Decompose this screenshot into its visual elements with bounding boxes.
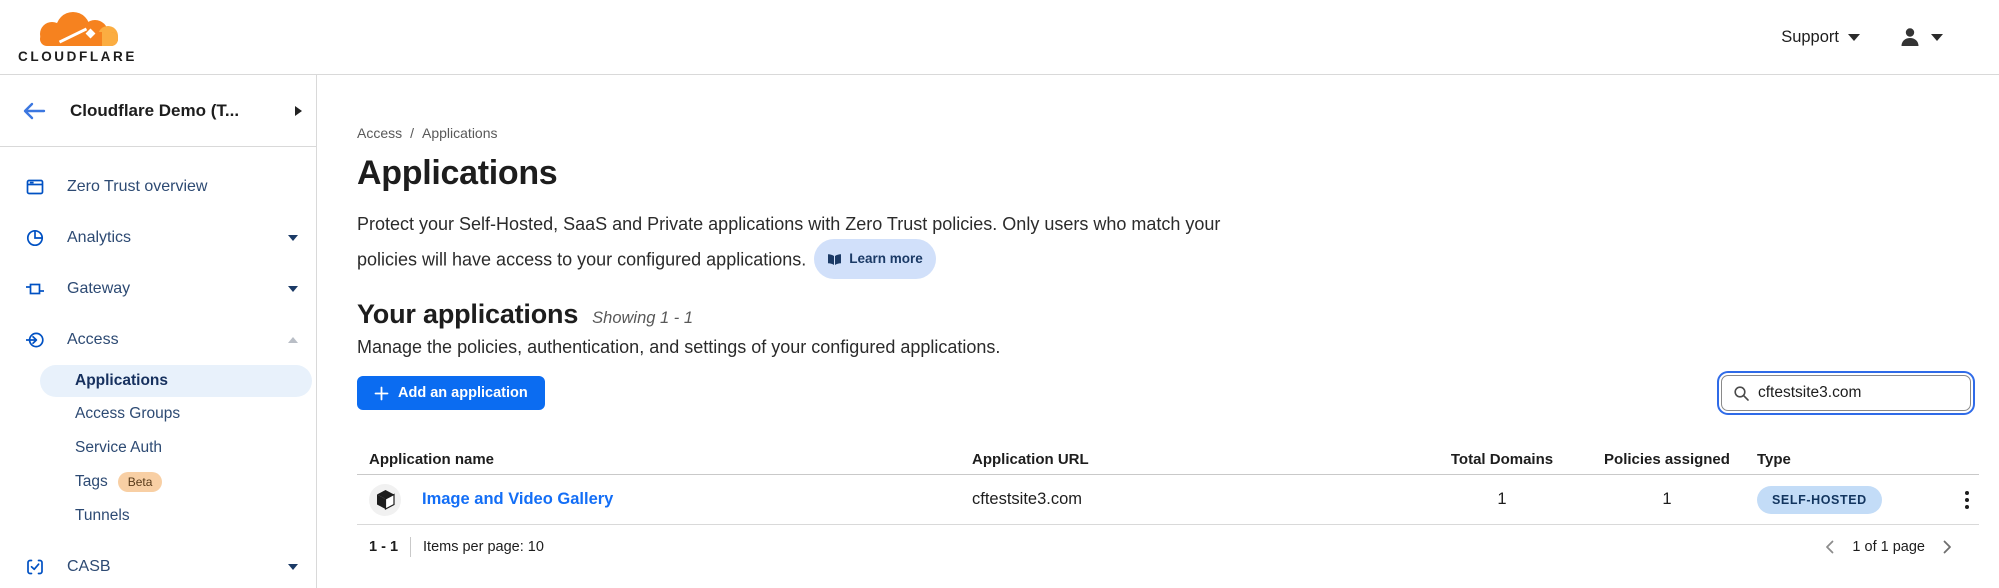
user-icon (1898, 25, 1922, 49)
column-type: Type (1757, 451, 1919, 468)
sidebar-account-header: Cloudflare Demo (T... (0, 75, 316, 147)
chevron-right-icon (1939, 539, 1955, 555)
pie-chart-icon (25, 228, 45, 248)
search-box (1721, 375, 1971, 411)
expand-triangle-icon[interactable] (295, 106, 302, 116)
sidebar-item-service-auth[interactable]: Service Auth (0, 431, 316, 465)
sidebar: Cloudflare Demo (T... Zero Trust overvie… (0, 75, 317, 588)
sidebar-item-tags[interactable]: Tags Beta (0, 465, 316, 499)
page-title: Applications (357, 154, 1979, 193)
sidebar-item-access[interactable]: Access (0, 314, 316, 365)
section-title: Your applications (357, 299, 578, 330)
sidebar-item-label: Service Auth (75, 439, 162, 457)
footer-divider (410, 537, 411, 557)
account-name[interactable]: Cloudflare Demo (T... (70, 101, 295, 121)
sidebar-item-applications[interactable]: Applications (40, 365, 312, 397)
sidebar-item-label: Gateway (67, 280, 288, 298)
column-total-domains: Total Domains (1427, 451, 1577, 468)
chevron-left-icon (1822, 539, 1838, 555)
table-row: Image and Video Gallery cftestsite3.com … (357, 475, 1979, 525)
applications-table: Application name Application URL Total D… (357, 445, 1979, 525)
sidebar-item-label: CASB (67, 558, 288, 576)
total-domains-value: 1 (1427, 490, 1577, 509)
add-application-button[interactable]: Add an application (357, 376, 545, 410)
chevron-down-icon (288, 564, 298, 570)
application-url: cftestsite3.com (972, 490, 1427, 509)
learn-more-label: Learn more (849, 244, 923, 274)
support-menu[interactable]: Support (1781, 28, 1860, 47)
sidebar-item-label: Access Groups (75, 405, 180, 423)
support-caret-icon (1848, 34, 1860, 41)
breadcrumb: Access / Applications (357, 125, 1979, 141)
cloudflare-logo[interactable]: CLOUDFLARE (18, 10, 137, 64)
sidebar-item-access-groups[interactable]: Access Groups (0, 397, 316, 431)
book-icon (827, 253, 842, 266)
sidebar-item-label: Access (67, 331, 288, 349)
chevron-down-icon (288, 235, 298, 241)
sidebar-item-analytics[interactable]: Analytics (0, 212, 316, 263)
cloudflare-wordmark: CLOUDFLARE (18, 49, 137, 64)
next-page-button[interactable] (1939, 539, 1955, 555)
sidebar-item-tunnels[interactable]: Tunnels (0, 499, 316, 533)
search-input[interactable] (1722, 376, 1970, 410)
user-menu[interactable] (1898, 25, 1943, 49)
page-indicator: 1 of 1 page (1852, 539, 1925, 555)
gateway-icon (25, 279, 45, 299)
sidebar-item-label: Tags (75, 473, 108, 491)
sidebar-item-zero-trust-overview[interactable]: Zero Trust overview (0, 161, 316, 212)
application-link[interactable]: Image and Video Gallery (422, 490, 613, 509)
page-description: Protect your Self-Hosted, SaaS and Priva… (357, 209, 1237, 279)
sidebar-item-gateway[interactable]: Gateway (0, 263, 316, 314)
sidebar-item-label: Zero Trust overview (67, 178, 298, 196)
items-per-page-control[interactable]: Items per page: 10 (423, 539, 544, 555)
learn-more-button[interactable]: Learn more (814, 239, 936, 279)
cloudflare-cloud-icon (30, 10, 126, 48)
row-actions-kebab[interactable] (1955, 487, 1979, 513)
items-range: 1 - 1 (369, 539, 398, 555)
type-badge: SELF-HOSTED (1757, 486, 1882, 514)
section-subtitle: Manage the policies, authentication, and… (357, 337, 1979, 358)
page-description-text: Protect your Self-Hosted, SaaS and Priva… (357, 214, 1220, 270)
breadcrumb-applications[interactable]: Applications (422, 125, 498, 141)
previous-page-button[interactable] (1822, 539, 1838, 555)
app-cube-icon (369, 484, 401, 516)
column-application-url: Application URL (972, 451, 1427, 468)
beta-badge: Beta (118, 472, 163, 492)
policies-assigned-value: 1 (1577, 490, 1757, 509)
sidebar-item-label: Applications (75, 372, 168, 390)
chevron-up-icon (288, 337, 298, 343)
support-label: Support (1781, 28, 1839, 47)
window-icon (25, 177, 45, 197)
sidebar-item-casb[interactable]: CASB (0, 541, 316, 588)
topbar: CLOUDFLARE Support (0, 0, 1999, 75)
column-application-name: Application name (357, 451, 972, 468)
sidebar-item-label: Tunnels (75, 507, 130, 525)
breadcrumb-separator: / (410, 125, 414, 141)
casb-check-icon (25, 557, 45, 577)
access-subnav: Applications Access Groups Service Auth … (0, 365, 316, 533)
showing-count: Showing 1 - 1 (592, 309, 693, 328)
sidebar-item-label: Analytics (67, 229, 288, 247)
user-caret-icon (1931, 34, 1943, 41)
login-arrow-icon (25, 330, 45, 350)
plus-icon (374, 386, 389, 401)
add-application-label: Add an application (398, 385, 528, 401)
back-arrow-icon[interactable] (22, 101, 46, 121)
main-content: Access / Applications Applications Prote… (317, 75, 1999, 588)
breadcrumb-access[interactable]: Access (357, 125, 402, 141)
chevron-down-icon (288, 286, 298, 292)
table-header-row: Application name Application URL Total D… (357, 445, 1979, 475)
column-policies-assigned: Policies assigned (1577, 451, 1757, 468)
search-icon (1733, 385, 1750, 402)
table-footer: 1 - 1 Items per page: 10 1 of 1 page (357, 537, 1979, 557)
